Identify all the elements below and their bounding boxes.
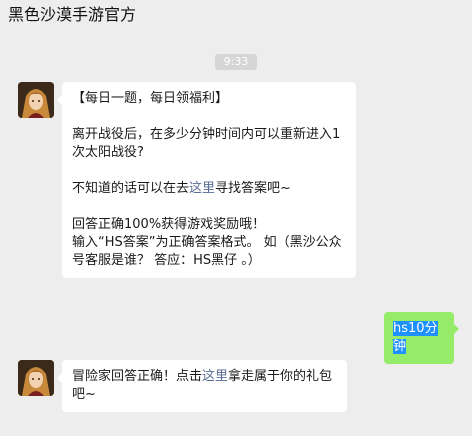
hint-text-after: 寻找答案吧~ <box>215 181 291 196</box>
message-heading: 【每日一题，每日领福利】 <box>72 91 229 106</box>
reward-link[interactable]: 这里 <box>202 369 228 384</box>
hint-text: 不知道的话可以在去这里寻找答案吧~ <box>72 180 346 198</box>
character-avatar-icon[interactable] <box>18 360 54 396</box>
chat-title: 黑色沙漠手游官方 <box>8 5 137 24</box>
answer-format-text: 输入“HS答案”为正确答案格式。 如（黑沙公众号客服是谁？ 答应：HS黑仔 。） <box>72 235 342 268</box>
timestamp-row: 9:33 <box>0 50 472 70</box>
hint-text-before: 不知道的话可以在去 <box>72 181 190 196</box>
answer-link[interactable]: 这里 <box>189 181 215 196</box>
timestamp: 9:33 <box>214 54 258 70</box>
reward-notice-text: 冒险家回答正确！点击这里拿走属于你的礼包吧~ <box>72 368 337 404</box>
reward-text: 回答正确100%获得游戏奖励哦！ <box>72 217 266 232</box>
message-bubble-question[interactable]: 【每日一题，每日领福利】 离开战役后，在多少分钟时间内可以重新进入1次太阳战役?… <box>57 82 356 278</box>
answer-text: hs10分钟 <box>393 321 438 354</box>
message-list[interactable]: 9:33 【每日一题，每日领福利】 离开战役后，在多少分钟时间内可以重新进入1次… <box>0 30 472 436</box>
title-bar: 黑色沙漠手游官方 <box>0 0 472 30</box>
message-bubble-answer[interactable]: hs10分钟 <box>384 312 459 364</box>
chat-window: 黑色沙漠手游官方 9:33 【每日一题，每日领福利】 离开战役后，在多少分钟时间… <box>0 0 472 436</box>
character-avatar-icon[interactable] <box>18 82 54 118</box>
question-text: 离开战役后，在多少分钟时间内可以重新进入1次太阳战役? <box>72 127 341 160</box>
message-bubble-reward[interactable]: 冒险家回答正确！点击这里拿走属于你的礼包吧~ <box>57 360 347 412</box>
reward-notice-before: 冒险家回答正确！点击 <box>72 369 203 384</box>
